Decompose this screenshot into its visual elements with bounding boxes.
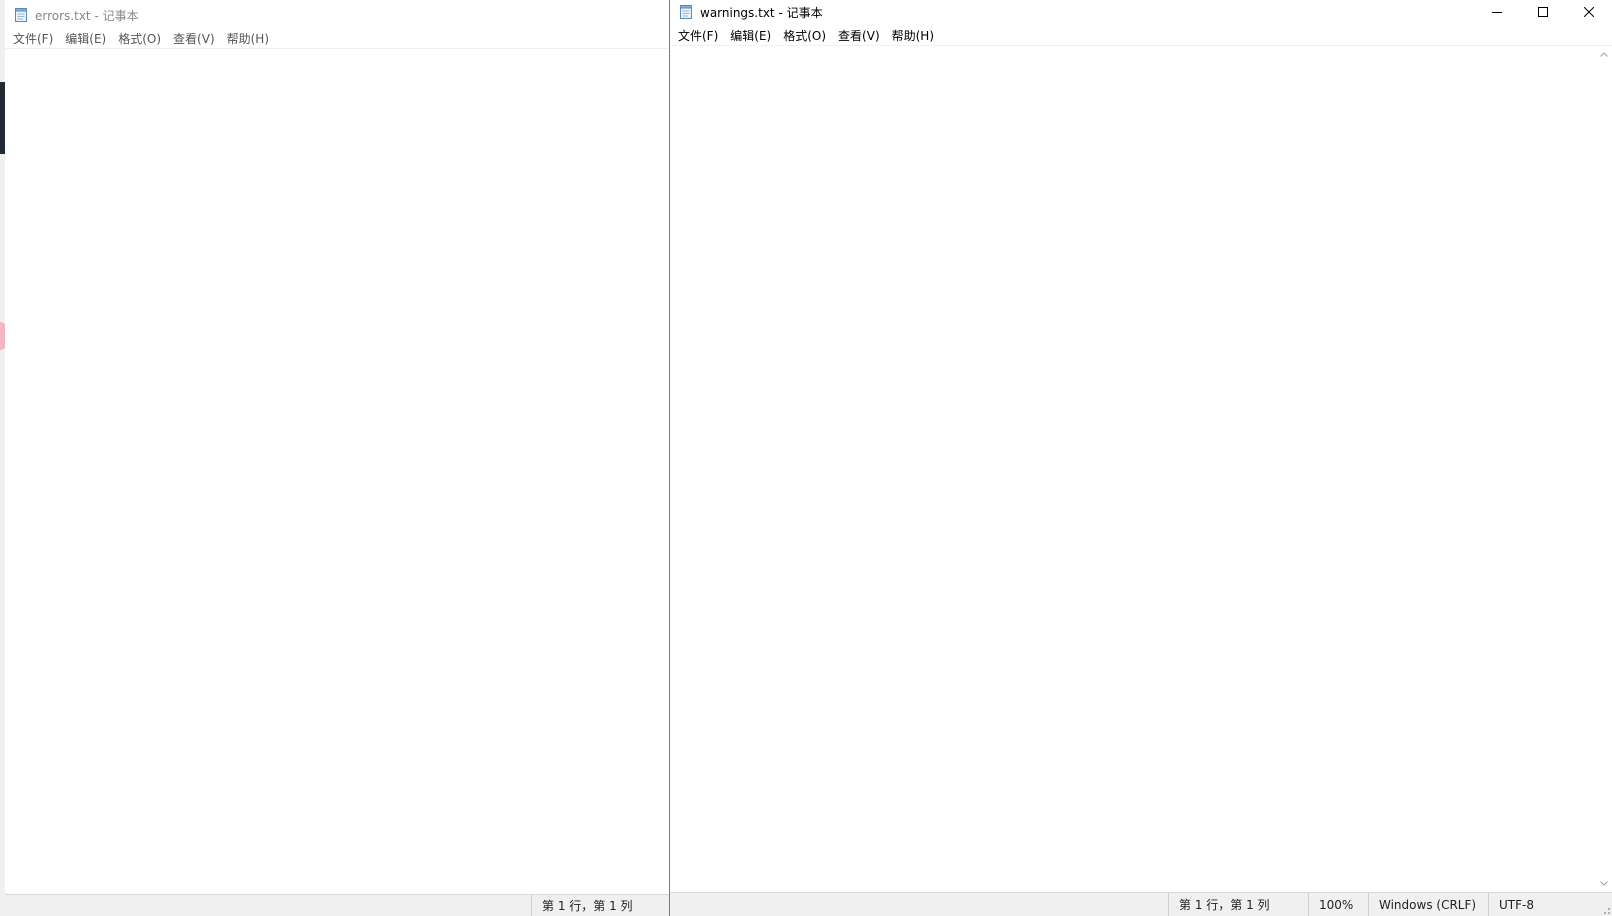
title-bar[interactable]: errors.txt - 记事本 [5,0,671,30]
title-bar[interactable]: warnings.txt - 记事本 [670,0,1612,24]
status-bar: 第 1 行，第 1 列 [5,894,671,916]
maximize-button[interactable] [1520,0,1566,24]
menu-format[interactable]: 格式(O) [112,29,167,49]
minimize-button[interactable] [1474,0,1520,24]
caption-buttons [1474,0,1612,24]
close-icon [1584,7,1594,17]
menu-file[interactable]: 文件(F) [672,26,724,46]
text-editor[interactable] [670,46,1595,892]
menu-file[interactable]: 文件(F) [7,29,59,49]
text-editor-area[interactable] [5,49,671,894]
menu-format[interactable]: 格式(O) [777,26,832,46]
status-line-ending: Windows (CRLF) [1368,893,1488,916]
text-editor[interactable] [5,49,671,894]
menu-view[interactable]: 查看(V) [832,26,886,46]
resize-grip-icon [1604,908,1610,914]
vertical-scrollbar[interactable] [1595,46,1612,892]
scroll-down-button[interactable] [1595,875,1612,892]
notepad-icon [15,8,27,22]
chevron-down-icon [1599,881,1608,886]
menu-bar: 文件(F) 编辑(E) 格式(O) 查看(V) 帮助(H) [670,26,1612,46]
window-title: errors.txt - 记事本 [35,8,139,23]
menu-help[interactable]: 帮助(H) [886,26,940,46]
notepad-window-errors[interactable]: errors.txt - 记事本 文件(F) 编辑(E) 格式(O) 查看(V)… [5,0,671,916]
menu-edit[interactable]: 编辑(E) [724,26,777,46]
minimize-icon [1492,12,1502,13]
close-button[interactable] [1566,0,1612,24]
status-cursor-position: 第 1 行，第 1 列 [531,895,671,916]
maximize-icon [1538,7,1548,17]
text-editor-area[interactable] [670,46,1595,892]
chevron-up-icon [1599,52,1608,57]
notepad-icon [680,5,692,19]
menu-view[interactable]: 查看(V) [167,29,221,49]
window-title: warnings.txt - 记事本 [700,5,823,20]
status-bar: 第 1 行，第 1 列 100% Windows (CRLF) UTF-8 [670,892,1612,916]
status-zoom-level: 100% [1308,893,1368,916]
scroll-up-button[interactable] [1595,46,1612,63]
menu-edit[interactable]: 编辑(E) [59,29,112,49]
menu-bar: 文件(F) 编辑(E) 格式(O) 查看(V) 帮助(H) [5,29,671,49]
menu-help[interactable]: 帮助(H) [221,29,275,49]
resize-grip[interactable] [1598,893,1612,916]
notepad-window-warnings[interactable]: warnings.txt - 记事本 文件(F) 编辑(E) 格式(O) 查看(… [669,0,1612,916]
status-cursor-position: 第 1 行，第 1 列 [1168,893,1308,916]
status-encoding: UTF-8 [1488,893,1598,916]
